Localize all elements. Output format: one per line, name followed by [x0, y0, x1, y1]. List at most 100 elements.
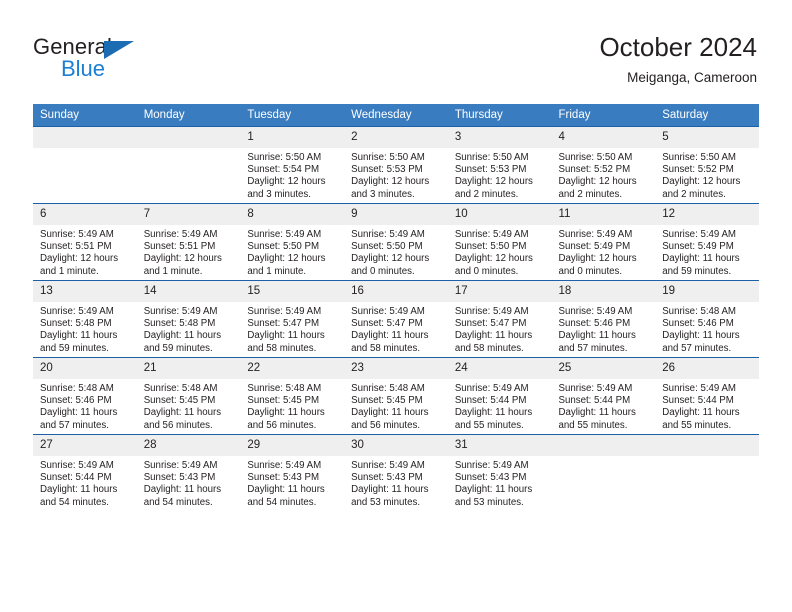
sunset-text: Sunset: 5:53 PM: [454, 164, 527, 176]
calendar-day-cell[interactable]: 5 Sunrise: 5:50 AM Sunset: 5:52 PM Daylight…: [655, 126, 759, 204]
daylight-text-line1: Daylight: 11 hours: [40, 484, 118, 496]
calendar-day-cell[interactable]: 6 Sunrise: 5:49 AM Sunset: 5:51 PM Daylight…: [33, 203, 137, 281]
daylight-text-line2: and 54 minutes.: [247, 496, 317, 508]
day-sun-info: Sunrise: 5:50 AM Sunset: 5:52 PM Daylight:…: [552, 148, 656, 201]
day-number: 13: [33, 281, 137, 302]
daylight-text-line2: and 55 minutes.: [558, 419, 628, 431]
day-number: 27: [33, 435, 137, 456]
calendar-day-cell[interactable]: 31 Sunrise: 5:49 AM Sunset: 5:43 PM Dayligh…: [447, 434, 552, 511]
sunset-text: Sunset: 5:51 PM: [143, 241, 216, 253]
sunset-text: Sunset: 5:44 PM: [454, 395, 527, 407]
daylight-text-line1: Daylight: 11 hours: [662, 407, 740, 419]
daylight-text-line2: and 54 minutes.: [143, 496, 213, 508]
daylight-text-line1: Daylight: 11 hours: [143, 407, 222, 419]
sunrise-text: Sunrise: 5:49 AM: [143, 229, 218, 240]
calendar-day-cell[interactable]: 9 Sunrise: 5:49 AM Sunset: 5:50 PM Daylight…: [344, 203, 448, 281]
calendar-day-cell[interactable]: 3 Sunrise: 5:50 AM Sunset: 5:53 PM Daylight…: [447, 126, 552, 204]
daylight-text-line1: Daylight: 11 hours: [351, 330, 429, 342]
calendar-day-cell[interactable]: 15 Sunrise: 5:49 AM Sunset: 5:47 PM Dayligh…: [240, 280, 345, 358]
calendar-day-cell[interactable]: 20 Sunrise: 5:48 AM Sunset: 5:46 PM Dayligh…: [33, 357, 137, 435]
sunrise-text: Sunrise: 5:49 AM: [247, 306, 322, 317]
weekday-header-thursday: Thursday: [447, 104, 552, 127]
sunrise-text: Sunrise: 5:48 AM: [40, 383, 114, 394]
sunrise-text: Sunrise: 5:50 AM: [454, 152, 529, 163]
day-sun-info: Sunrise: 5:49 AM Sunset: 5:47 PM Daylight:…: [240, 302, 344, 355]
day-number: 14: [136, 281, 241, 302]
calendar-day-cell[interactable]: 8 Sunrise: 5:49 AM Sunset: 5:50 PM Daylight…: [240, 203, 345, 281]
day-number: 23: [344, 358, 448, 379]
calendar-week-row: 1 Sunrise: 5:50 AM Sunset: 5:54 PM Daylight…: [33, 126, 759, 204]
sunset-text: Sunset: 5:50 PM: [351, 241, 423, 253]
calendar-day-cell[interactable]: 28 Sunrise: 5:49 AM Sunset: 5:43 PM Dayligh…: [136, 434, 241, 511]
sunrise-text: Sunrise: 5:49 AM: [40, 306, 114, 317]
calendar-day-cell[interactable]: 10 Sunrise: 5:49 AM Sunset: 5:50 PM Dayligh…: [447, 203, 552, 281]
calendar-day-cell[interactable]: 14 Sunrise: 5:49 AM Sunset: 5:48 PM Dayligh…: [136, 280, 241, 358]
day-number: 1: [240, 127, 345, 148]
day-sun-info: Sunrise: 5:48 AM Sunset: 5:45 PM Daylight:…: [344, 379, 448, 432]
day-sun-info: Sunrise: 5:49 AM Sunset: 5:49 PM Daylight:…: [552, 225, 656, 278]
daylight-text-line1: Daylight: 11 hours: [558, 330, 636, 342]
daylight-text-line2: and 1 minute.: [40, 265, 99, 277]
sunrise-text: Sunrise: 5:48 AM: [247, 383, 322, 394]
sunset-text: Sunset: 5:50 PM: [454, 241, 527, 253]
day-number: 10: [447, 204, 552, 225]
calendar-day-cell[interactable]: 30 Sunrise: 5:49 AM Sunset: 5:43 PM Dayligh…: [344, 434, 448, 511]
calendar-day-cell[interactable]: 26 Sunrise: 5:49 AM Sunset: 5:44 PM Dayligh…: [655, 357, 759, 435]
sunrise-text: Sunrise: 5:49 AM: [454, 229, 529, 240]
sunset-text: Sunset: 5:53 PM: [351, 164, 423, 176]
calendar-day-cell[interactable]: 1 Sunrise: 5:50 AM Sunset: 5:54 PM Daylight…: [240, 126, 345, 204]
calendar-day-cell[interactable]: 25 Sunrise: 5:49 AM Sunset: 5:44 PM Dayligh…: [551, 357, 656, 435]
sunrise-text: Sunrise: 5:49 AM: [143, 460, 218, 471]
day-number: 21: [136, 358, 241, 379]
daylight-text-line1: Daylight: 12 hours: [454, 176, 533, 188]
sunrise-text: Sunrise: 5:49 AM: [454, 383, 529, 394]
sunrise-text: Sunrise: 5:50 AM: [351, 152, 425, 163]
calendar-day-cell[interactable]: 11 Sunrise: 5:49 AM Sunset: 5:49 PM Dayligh…: [551, 203, 656, 281]
calendar-day-cell[interactable]: 29 Sunrise: 5:49 AM Sunset: 5:43 PM Dayligh…: [240, 434, 345, 511]
day-number: 15: [240, 281, 345, 302]
daylight-text-line2: and 55 minutes.: [454, 419, 524, 431]
daylight-text-line2: and 58 minutes.: [351, 342, 421, 354]
day-number: 6: [33, 204, 137, 225]
sunset-text: Sunset: 5:45 PM: [143, 395, 216, 407]
calendar-day-cell[interactable]: 13 Sunrise: 5:49 AM Sunset: 5:48 PM Dayligh…: [33, 280, 137, 358]
daylight-text-line2: and 59 minutes.: [662, 265, 732, 277]
daylight-text-line2: and 57 minutes.: [40, 419, 109, 431]
calendar-body: 1 Sunrise: 5:50 AM Sunset: 5:54 PM Daylight…: [33, 126, 759, 511]
day-sun-info: Sunrise: 5:49 AM Sunset: 5:51 PM Daylight:…: [33, 225, 137, 278]
calendar-day-cell[interactable]: 7 Sunrise: 5:49 AM Sunset: 5:51 PM Daylight…: [136, 203, 241, 281]
day-sun-info: Sunrise: 5:49 AM Sunset: 5:44 PM Daylight:…: [448, 379, 552, 432]
sunset-text: Sunset: 5:52 PM: [662, 164, 734, 176]
calendar-day-cell[interactable]: 22 Sunrise: 5:48 AM Sunset: 5:45 PM Dayligh…: [240, 357, 345, 435]
daylight-text-line1: Daylight: 11 hours: [143, 330, 222, 342]
calendar-day-cell[interactable]: 23 Sunrise: 5:48 AM Sunset: 5:45 PM Dayligh…: [344, 357, 448, 435]
calendar-day-cell[interactable]: 17 Sunrise: 5:49 AM Sunset: 5:47 PM Dayligh…: [447, 280, 552, 358]
calendar-day-cell[interactable]: 21 Sunrise: 5:48 AM Sunset: 5:45 PM Dayligh…: [136, 357, 241, 435]
calendar-cell-empty: [655, 434, 759, 511]
calendar-day-cell[interactable]: 27 Sunrise: 5:49 AM Sunset: 5:44 PM Dayligh…: [33, 434, 137, 511]
daylight-text-line2: and 57 minutes.: [558, 342, 628, 354]
daylight-text-line2: and 0 minutes.: [351, 265, 415, 277]
calendar-day-cell[interactable]: 18 Sunrise: 5:49 AM Sunset: 5:46 PM Dayligh…: [551, 280, 656, 358]
day-sun-info: Sunrise: 5:49 AM Sunset: 5:50 PM Daylight:…: [344, 225, 448, 278]
daylight-text-line1: Daylight: 11 hours: [40, 407, 118, 419]
calendar-week-row: 27 Sunrise: 5:49 AM Sunset: 5:44 PM Dayligh…: [33, 434, 759, 511]
sunrise-text: Sunrise: 5:48 AM: [143, 383, 218, 394]
daylight-text-line2: and 0 minutes.: [454, 265, 519, 277]
calendar-week-row: 20 Sunrise: 5:48 AM Sunset: 5:46 PM Dayligh…: [33, 357, 759, 435]
calendar-day-cell[interactable]: 24 Sunrise: 5:49 AM Sunset: 5:44 PM Dayligh…: [447, 357, 552, 435]
calendar-day-cell[interactable]: 12 Sunrise: 5:49 AM Sunset: 5:49 PM Dayligh…: [655, 203, 759, 281]
day-number: 7: [136, 204, 241, 225]
calendar-day-cell[interactable]: 19 Sunrise: 5:48 AM Sunset: 5:46 PM Dayligh…: [655, 280, 759, 358]
calendar-day-cell[interactable]: 16 Sunrise: 5:49 AM Sunset: 5:47 PM Dayligh…: [344, 280, 448, 358]
daylight-text-line2: and 56 minutes.: [351, 419, 421, 431]
day-number: 8: [240, 204, 345, 225]
daylight-text-line1: Daylight: 11 hours: [558, 407, 636, 419]
page-header: General Blue October 2024 Meiganga, Came…: [0, 0, 792, 104]
calendar-day-cell[interactable]: 2 Sunrise: 5:50 AM Sunset: 5:53 PM Daylight…: [344, 126, 448, 204]
calendar-day-cell[interactable]: 4 Sunrise: 5:50 AM Sunset: 5:52 PM Daylight…: [551, 126, 656, 204]
day-number: [655, 435, 759, 456]
title-block: October 2024 Meiganga, Cameroon: [599, 30, 757, 88]
calendar-cell-empty: [136, 126, 241, 204]
daylight-text-line2: and 57 minutes.: [662, 342, 732, 354]
